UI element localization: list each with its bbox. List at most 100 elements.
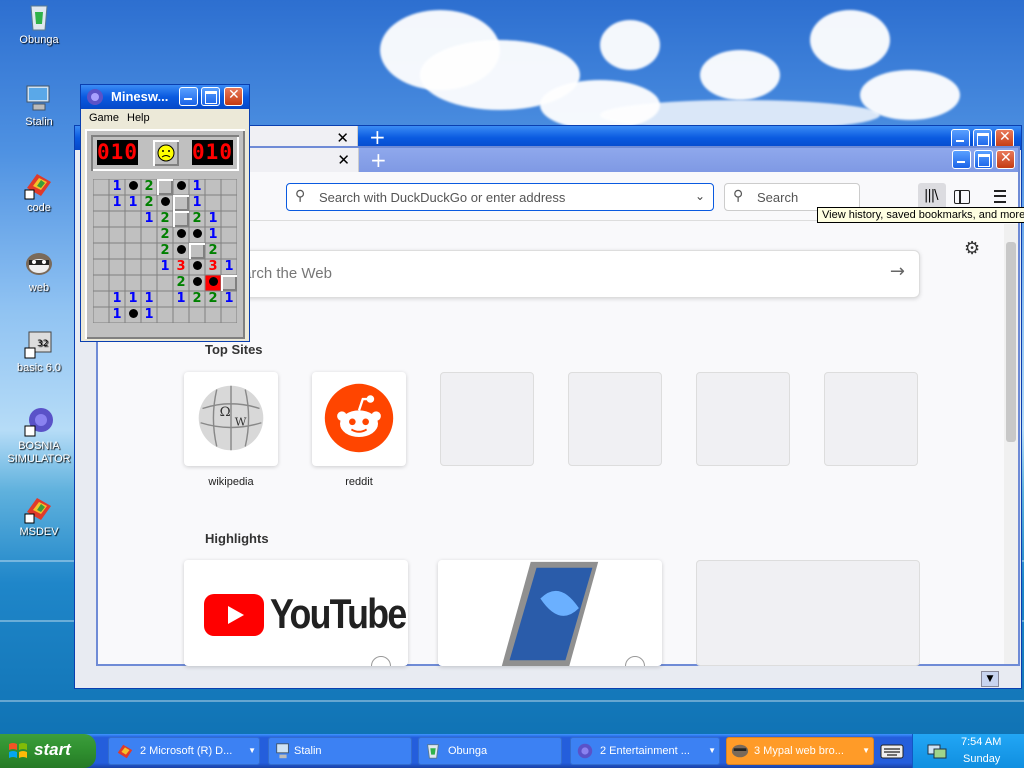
mine-cell-open[interactable]: 3 [173,259,189,275]
close-button[interactable]: ✕ [224,87,243,106]
pin-icon[interactable] [371,656,391,666]
top-site-empty[interactable] [568,372,662,466]
minesweeper-grid[interactable]: 12111211221212213312111122111 [93,179,237,323]
mine-cell-open[interactable]: 2 [141,179,157,195]
chevron-down-icon[interactable]: ⌄ [695,189,705,203]
mine-cell-open[interactable] [157,291,173,307]
mine-cell-mine[interactable] [173,243,189,259]
mine-cell-open[interactable] [125,275,141,291]
top-site-wikipedia[interactable]: Ω W [184,372,278,466]
mine-cell-closed[interactable] [173,211,189,227]
desktop-icon-obunga[interactable]: Obunga [6,0,72,47]
mine-cell-open[interactable] [125,211,141,227]
mine-cell-open[interactable]: 1 [141,211,157,227]
mine-cell-open[interactable]: 2 [205,243,221,259]
keyboard-button[interactable] [880,740,904,762]
mine-cell-open[interactable] [141,259,157,275]
mine-cell-open[interactable]: 3 [205,259,221,275]
scroll-down-button[interactable]: ▼ [981,671,999,687]
mine-cell-open[interactable]: 1 [109,179,125,195]
highlight-youtube[interactable]: YouTube [184,560,408,666]
mine-cell-open[interactable]: 1 [173,291,189,307]
mine-cell-open[interactable] [157,307,173,323]
top-site-reddit[interactable] [312,372,406,466]
mine-cell-open[interactable] [109,275,125,291]
mine-cell-open[interactable] [125,259,141,275]
mine-cell-mine[interactable] [173,179,189,195]
mine-cell-open[interactable]: 2 [141,195,157,211]
highlight-laptop[interactable] [438,560,662,666]
mine-cell-closed[interactable] [157,179,173,195]
mine-cell-closed[interactable] [221,275,237,291]
menu-button[interactable] [994,190,1008,203]
mine-cell-open[interactable] [109,243,125,259]
mine-cell-open[interactable]: 1 [141,307,157,323]
mine-cell-open[interactable]: 2 [173,275,189,291]
mine-cell-open[interactable] [125,227,141,243]
highlight-empty[interactable] [696,560,920,666]
mine-cell-mine[interactable] [189,275,205,291]
mine-cell-open[interactable] [141,227,157,243]
mine-cell-open[interactable] [93,291,109,307]
mine-cell-closed[interactable] [189,243,205,259]
scrollbar-thumb[interactable] [1006,242,1016,442]
web-search-input[interactable]: arch the Web → [226,250,920,298]
mine-cell-open[interactable] [157,275,173,291]
mine-cell-open[interactable] [189,307,205,323]
arrow-right-icon[interactable]: → [890,261,905,282]
maximize-button[interactable] [974,150,993,169]
task-entertainment[interactable]: 2 Entertainment ... ▼ [570,737,720,765]
mine-cell-open[interactable]: 2 [157,227,173,243]
desktop-icon-code[interactable]: code [6,168,72,215]
start-button[interactable]: start [0,734,96,768]
mine-cell-open[interactable] [125,243,141,259]
mine-cell-mine[interactable] [157,195,173,211]
mine-cell-open[interactable] [221,243,237,259]
mine-cell-mine[interactable] [173,227,189,243]
mine-cell-open[interactable]: 1 [125,195,141,211]
top-site-empty[interactable] [440,372,534,466]
mine-cell-open[interactable] [205,307,221,323]
mine-cell-open[interactable]: 1 [109,291,125,307]
chevron-down-icon[interactable]: ▼ [862,737,870,765]
mine-cell-open[interactable] [173,307,189,323]
new-tab-icon[interactable]: + [370,149,387,171]
mine-cell-open[interactable] [109,259,125,275]
mine-cell-open[interactable] [221,211,237,227]
mine-cell-open[interactable]: 1 [157,259,173,275]
close-icon[interactable]: ✕ [336,129,349,147]
mine-cell-open[interactable] [205,195,221,211]
mine-cell-open[interactable] [93,195,109,211]
mine-cell-open[interactable]: 2 [205,291,221,307]
minesweeper-window[interactable]: Minesw... ✕ Game Help 010 010 1211121122… [80,84,250,342]
mine-cell-closed[interactable] [173,195,189,211]
chevron-down-icon[interactable]: ▼ [248,737,256,765]
mine-cell-open[interactable] [109,211,125,227]
desktop-icon-stalin[interactable]: Stalin [6,82,72,129]
desktop-icon-msdev[interactable]: MSDEV [6,492,72,539]
clock-time[interactable]: 7:54 AM [961,736,1001,748]
mine-cell-open[interactable]: 1 [125,291,141,307]
mine-cell-open[interactable]: 1 [109,195,125,211]
address-bar[interactable]: ⚲ Search with DuckDuckGo or enter addres… [286,183,714,211]
browser-front-tab[interactable]: ✕ [248,148,359,172]
minimize-button[interactable] [952,150,971,169]
scrollbar[interactable] [1004,224,1018,664]
close-button[interactable]: ✕ [996,150,1015,169]
close-icon[interactable]: ✕ [337,151,350,169]
mine-cell-open[interactable] [141,243,157,259]
mine-cell-open[interactable]: 2 [189,211,205,227]
mine-cell-mine[interactable] [125,179,141,195]
mine-cell-open[interactable]: 1 [109,307,125,323]
mine-cell-open[interactable]: 2 [157,243,173,259]
mine-cell-open[interactable]: 1 [205,211,221,227]
settings-gear-icon[interactable]: ⚙ [964,238,980,259]
face-button[interactable] [153,140,179,166]
mine-cell-open[interactable] [221,227,237,243]
mine-cell-open[interactable] [109,227,125,243]
desktop-icon-web[interactable]: web [6,248,72,295]
mine-cell-open[interactable]: 1 [141,291,157,307]
minesweeper-titlebar[interactable]: Minesw... ✕ [81,85,249,109]
mine-cell-open[interactable] [93,307,109,323]
task-microsoft[interactable]: 2 Microsoft (R) D... ▼ [108,737,260,765]
